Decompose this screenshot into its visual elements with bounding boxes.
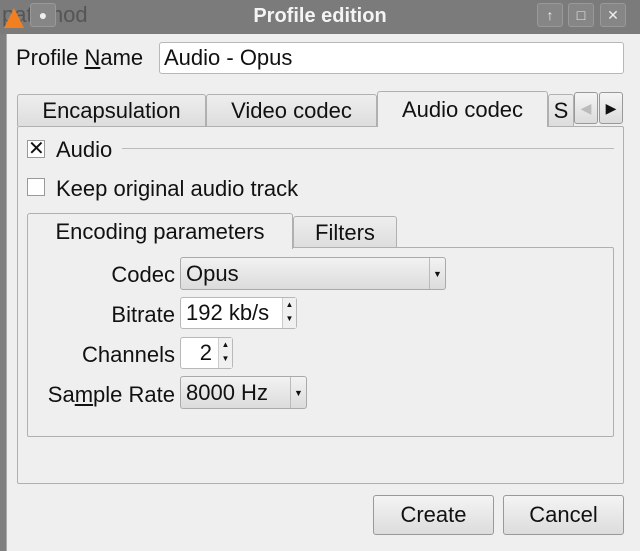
create-button[interactable]: Create bbox=[373, 495, 494, 535]
maximize-icon[interactable]: □ bbox=[568, 3, 594, 27]
tab-filters[interactable]: Filters bbox=[293, 216, 397, 248]
divider bbox=[122, 148, 614, 149]
audio-checkbox[interactable]: ✕ bbox=[27, 139, 45, 159]
sample-rate-label: Sample Rate bbox=[47, 382, 175, 407]
tab-scroll-right-icon[interactable]: ▶ bbox=[599, 92, 623, 124]
keep-original-label: Keep original audio track bbox=[56, 176, 299, 201]
audio-label: Audio bbox=[56, 137, 113, 162]
spin-arrows-icon[interactable]: ▲ ▼ bbox=[282, 298, 296, 328]
keep-original-checkbox[interactable] bbox=[27, 178, 45, 196]
tab-encoding-parameters[interactable]: Encoding parameters bbox=[27, 213, 293, 249]
bitrate-label: Bitrate bbox=[111, 302, 175, 327]
bitrate-spinbox[interactable]: 192 kb/s ▲ ▼ bbox=[180, 297, 297, 329]
chevron-down-icon: ▼ bbox=[290, 377, 306, 408]
tab-encapsulation[interactable]: Encapsulation bbox=[17, 94, 206, 126]
tab-scroll-left-icon[interactable]: ◀ bbox=[574, 92, 598, 124]
profile-name-label: Profile Name bbox=[16, 45, 144, 70]
channels-label: Channels bbox=[82, 342, 175, 367]
chevron-down-icon: ▼ bbox=[429, 258, 445, 289]
sample-rate-select[interactable]: 8000 Hz ▼ bbox=[180, 376, 307, 409]
cancel-button[interactable]: Cancel bbox=[503, 495, 624, 535]
spin-arrows-icon[interactable]: ▲ ▼ bbox=[218, 338, 232, 368]
tab-audio-codec[interactable]: Audio codec bbox=[377, 91, 548, 127]
codec-label: Codec bbox=[111, 262, 175, 287]
profile-name-input[interactable]: Audio - Opus bbox=[159, 42, 624, 74]
tab-subtitles[interactable]: S bbox=[548, 94, 574, 126]
codec-select[interactable]: Opus ▼ bbox=[180, 257, 446, 290]
close-icon[interactable]: ✕ bbox=[600, 3, 626, 27]
channels-spinbox[interactable]: 2 ▲ ▼ bbox=[180, 337, 233, 369]
tab-video-codec[interactable]: Video codec bbox=[206, 94, 377, 126]
keep-above-icon[interactable]: ↑ bbox=[537, 3, 563, 27]
title-bar: patomod ● Profile edition ↑ □ ✕ bbox=[0, 0, 640, 34]
